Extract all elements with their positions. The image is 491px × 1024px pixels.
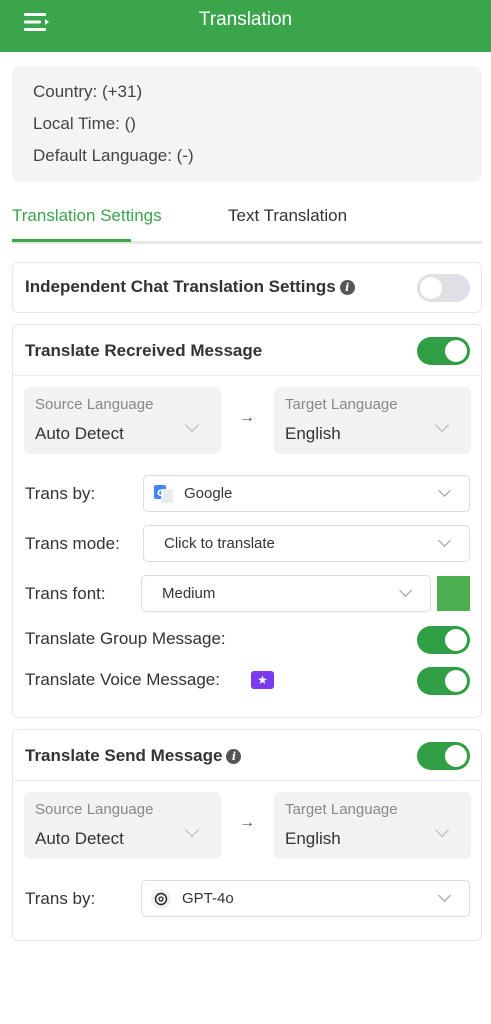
tab-bar: Translation Settings Text Translation xyxy=(12,200,482,244)
target-language-value: English xyxy=(285,424,341,443)
trans-mode-value: Click to translate xyxy=(164,535,275,552)
trans-by-value: Google xyxy=(184,485,233,502)
chevron-down-icon xyxy=(434,822,450,838)
svg-text:G: G xyxy=(157,489,164,499)
send-target-language-select[interactable]: Target Language English xyxy=(274,792,471,859)
send-message-toggle[interactable] xyxy=(417,742,470,770)
page-title: Translation xyxy=(198,9,293,30)
source-language-value: Auto Detect xyxy=(35,424,124,443)
received-target-language-select[interactable]: Target Language English xyxy=(274,387,471,454)
contact-info-card: Country: (+31) Local Time: () Default La… xyxy=(12,66,482,182)
source-language-label: Source Language xyxy=(35,801,154,818)
trans-font-label: Trans font: xyxy=(25,584,106,603)
source-language-label: Source Language xyxy=(35,396,154,413)
translate-voice-label: Translate Voice Message: xyxy=(25,670,220,689)
target-language-label: Target Language xyxy=(285,396,398,413)
source-language-value: Auto Detect xyxy=(35,829,124,848)
trans-mode-label: Trans mode: xyxy=(25,534,120,553)
target-language-value: English xyxy=(285,829,341,848)
received-message-title: Translate Recreived Message xyxy=(25,341,263,360)
chevron-down-icon xyxy=(438,484,451,497)
translate-group-toggle[interactable] xyxy=(417,626,470,654)
chevron-down-icon xyxy=(434,417,450,433)
arrow-right-icon: → xyxy=(239,814,255,831)
local-time-text: Local Time: () xyxy=(33,114,136,133)
translate-voice-toggle[interactable] xyxy=(417,667,470,695)
font-color-swatch[interactable] xyxy=(437,576,470,611)
app-header: Translation xyxy=(0,0,491,52)
send-message-label: Translate Send Message xyxy=(25,746,223,765)
send-trans-by-select[interactable]: GPT-4o xyxy=(141,880,470,917)
independent-settings-title: Independent Chat Translation Settings i xyxy=(25,277,355,297)
google-translate-icon: G xyxy=(154,485,174,503)
trans-font-value: Medium xyxy=(162,585,216,602)
chevron-down-icon xyxy=(184,822,200,838)
premium-star-icon: ★ xyxy=(251,671,274,689)
send-message-card: Translate Send Message i Source Language … xyxy=(12,729,482,941)
send-message-title: Translate Send Message i xyxy=(25,746,242,766)
tab-translation-settings[interactable]: Translation Settings xyxy=(12,206,162,240)
received-message-card: Translate Recreived Message Source Langu… xyxy=(12,324,482,718)
info-icon[interactable]: i xyxy=(226,749,242,764)
received-trans-mode-select[interactable]: Click to translate xyxy=(143,525,470,562)
translate-group-label: Translate Group Message: xyxy=(25,629,226,648)
chevron-down-icon xyxy=(184,417,200,433)
independent-settings-card: Independent Chat Translation Settings i xyxy=(12,262,482,313)
trans-by-label: Trans by: xyxy=(25,889,96,908)
independent-settings-toggle[interactable] xyxy=(417,274,470,302)
target-language-label: Target Language xyxy=(285,801,398,818)
tab-text-translation[interactable]: Text Translation xyxy=(228,206,347,240)
independent-settings-label: Independent Chat Translation Settings xyxy=(25,277,336,296)
trans-by-label: Trans by: xyxy=(25,484,96,503)
divider xyxy=(13,375,481,376)
received-trans-font-select[interactable]: Medium xyxy=(141,575,431,612)
received-source-language-select[interactable]: Source Language Auto Detect xyxy=(24,387,221,454)
chevron-down-icon xyxy=(438,534,451,547)
active-tab-indicator xyxy=(12,239,131,242)
received-message-toggle[interactable] xyxy=(417,337,470,365)
chevron-down-icon xyxy=(438,889,451,902)
received-trans-by-select[interactable]: G Google xyxy=(143,475,470,512)
country-text: Country: (+31) xyxy=(33,82,143,101)
arrow-right-icon: → xyxy=(239,409,255,426)
chevron-down-icon xyxy=(399,584,412,597)
send-source-language-select[interactable]: Source Language Auto Detect xyxy=(24,792,221,859)
divider xyxy=(13,780,481,781)
trans-by-value: GPT-4o xyxy=(182,890,234,907)
default-language-text: Default Language: (-) xyxy=(33,146,194,165)
openai-icon xyxy=(151,889,171,909)
info-icon[interactable]: i xyxy=(339,280,355,295)
